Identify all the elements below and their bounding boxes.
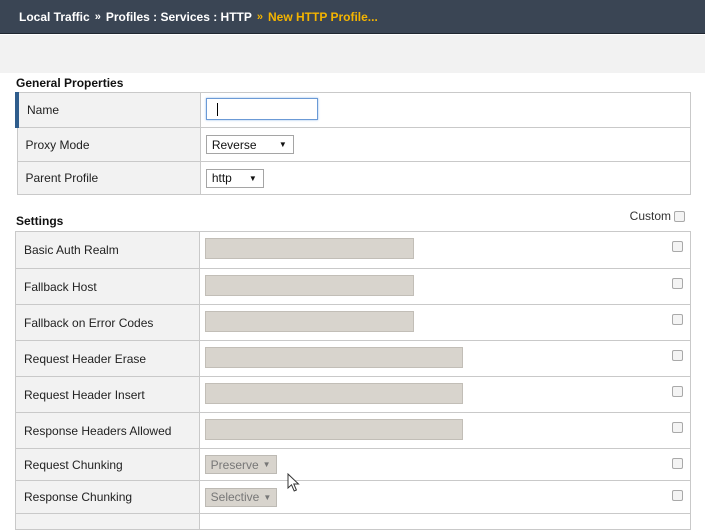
request-header-erase-label: Request Header Erase bbox=[15, 340, 200, 377]
breadcrumb-separator: » bbox=[94, 10, 101, 23]
chevron-down-icon: ▼ bbox=[263, 492, 272, 502]
breadcrumb-separator: » bbox=[256, 10, 263, 23]
parent-profile-label: Parent Profile bbox=[16, 161, 201, 195]
request-header-insert-input[interactable] bbox=[204, 382, 463, 404]
next-row-label bbox=[15, 513, 200, 530]
fallback-host-label: Fallback Host bbox=[15, 268, 200, 305]
custom-all-checkbox[interactable] bbox=[674, 210, 685, 222]
proxy-mode-value: Reverse bbox=[211, 137, 257, 152]
toolbar-band bbox=[0, 35, 705, 73]
request-header-erase-input[interactable] bbox=[204, 346, 463, 368]
response-headers-allowed-row: Response Headers Allowed bbox=[15, 412, 692, 449]
request-header-erase-custom-checkbox[interactable] bbox=[672, 350, 683, 361]
general-properties-title: General Properties bbox=[16, 76, 124, 90]
breadcrumb-local-traffic[interactable]: Local Traffic bbox=[19, 10, 90, 24]
basic-auth-realm-input[interactable] bbox=[204, 238, 414, 259]
name-row: Name bbox=[14, 92, 692, 128]
response-chunking-row: Response Chunking Selective ▼ bbox=[15, 480, 692, 514]
request-chunking-label: Request Chunking bbox=[15, 448, 200, 481]
settings-title: Settings bbox=[16, 214, 64, 228]
request-header-insert-row: Request Header Insert bbox=[15, 376, 692, 413]
chevron-down-icon: ▼ bbox=[278, 140, 287, 149]
breadcrumb: Local Traffic » Profiles : Services : HT… bbox=[0, 0, 705, 34]
response-headers-allowed-custom-checkbox[interactable] bbox=[672, 422, 683, 433]
parent-profile-value: http bbox=[211, 171, 232, 185]
response-chunking-label: Response Chunking bbox=[15, 480, 200, 514]
proxy-mode-row: Proxy Mode Reverse ▼ bbox=[16, 127, 692, 162]
name-input[interactable] bbox=[205, 97, 318, 120]
response-headers-allowed-input[interactable] bbox=[204, 418, 463, 440]
next-row-partial bbox=[15, 513, 692, 530]
general-properties-table: Name Proxy Mode Reverse ▼ Parent Profile… bbox=[14, 92, 692, 195]
request-chunking-custom-checkbox[interactable] bbox=[672, 458, 683, 469]
next-row-value bbox=[198, 513, 692, 530]
fallback-host-row: Fallback Host bbox=[15, 268, 692, 305]
basic-auth-realm-label: Basic Auth Realm bbox=[15, 231, 200, 269]
response-chunking-select[interactable]: Selective ▼ bbox=[204, 487, 277, 507]
fallback-error-codes-custom-checkbox[interactable] bbox=[672, 314, 683, 325]
request-header-insert-label: Request Header Insert bbox=[15, 376, 200, 413]
request-chunking-value: Preserve bbox=[210, 457, 259, 472]
proxy-mode-select[interactable]: Reverse ▼ bbox=[205, 135, 294, 154]
request-chunking-select[interactable]: Preserve ▼ bbox=[204, 455, 277, 474]
fallback-host-input[interactable] bbox=[204, 274, 414, 296]
response-chunking-custom-checkbox[interactable] bbox=[672, 490, 683, 501]
basic-auth-realm-custom-checkbox[interactable] bbox=[672, 241, 683, 252]
mouse-pointer-icon bbox=[287, 473, 300, 492]
response-headers-allowed-label: Response Headers Allowed bbox=[15, 412, 200, 449]
request-header-erase-row: Request Header Erase bbox=[15, 340, 692, 377]
basic-auth-realm-row: Basic Auth Realm bbox=[15, 231, 692, 269]
name-label: Name bbox=[14, 92, 201, 128]
response-chunking-value: Selective bbox=[210, 490, 260, 504]
chevron-down-icon: ▼ bbox=[262, 460, 271, 469]
proxy-mode-label: Proxy Mode bbox=[16, 127, 201, 162]
request-header-insert-custom-checkbox[interactable] bbox=[672, 386, 683, 397]
request-chunking-row: Request Chunking Preserve ▼ bbox=[15, 448, 692, 481]
breadcrumb-current-page: New HTTP Profile... bbox=[268, 9, 378, 24]
chevron-down-icon: ▼ bbox=[248, 173, 257, 183]
custom-label: Custom bbox=[629, 209, 671, 223]
breadcrumb-http-profiles[interactable]: Profiles : Services : HTTP bbox=[106, 10, 252, 24]
fallback-error-codes-label: Fallback on Error Codes bbox=[15, 304, 200, 341]
parent-profile-row: Parent Profile http ▼ bbox=[16, 161, 692, 195]
settings-table: Basic Auth Realm Fallback Host Fallback … bbox=[15, 231, 692, 530]
custom-column-header: Custom bbox=[630, 209, 685, 223]
fallback-error-codes-input[interactable] bbox=[204, 310, 414, 332]
fallback-error-codes-row: Fallback on Error Codes bbox=[15, 304, 692, 341]
fallback-host-custom-checkbox[interactable] bbox=[672, 278, 683, 289]
parent-profile-select[interactable]: http ▼ bbox=[205, 168, 264, 188]
